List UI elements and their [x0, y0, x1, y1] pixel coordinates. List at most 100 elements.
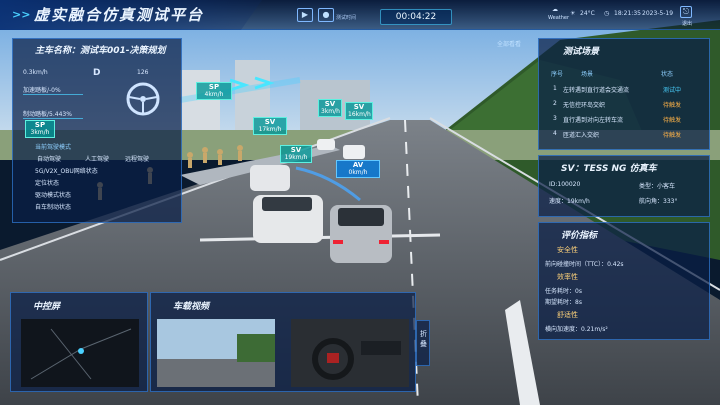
scenario-no: 1 — [553, 85, 557, 92]
av-speed: 0km/h — [348, 169, 368, 176]
comfort-title: 舒适性 — [557, 311, 578, 319]
sv-car-front — [253, 195, 323, 243]
test-timer: 00:04:22 — [380, 9, 452, 25]
current-time: 18:21:35 — [614, 10, 641, 17]
chevron-icon: >> — [12, 8, 31, 21]
scenario-name[interactable]: 匝道汇入交织 — [563, 130, 599, 139]
temperature: 24°C — [580, 10, 595, 17]
mode-manual[interactable]: 人工驾驶 — [85, 154, 109, 163]
center-screen-title: 中控屏 — [33, 302, 61, 312]
mode-remote[interactable]: 远程驾驶 — [125, 154, 149, 163]
scenario-panel: 测试场景 全部看看 序号 场景 状态 1 左转遇到直行道会交通流 测试中 2 无… — [497, 38, 710, 150]
mode-auto[interactable]: 自动驾驶 — [37, 154, 61, 163]
sv-heading: 航向角：333° — [639, 198, 678, 205]
weather-label: Weather — [548, 15, 570, 21]
scenario-name[interactable]: 直行遇到对向左转车流 — [563, 115, 623, 124]
brake-bar — [23, 118, 83, 119]
record-icon[interactable]: ● — [318, 8, 334, 22]
vehicle-panel-title: 主车名称：测试车001-决策规划 — [35, 46, 166, 56]
sv-label-c: SV 16km/h — [345, 102, 373, 120]
ttc-value: 前向碰撞时间（TTC）：0.42s — [545, 261, 624, 268]
app-root: >> 虚实融合仿真测试平台 ▶ ● 测试时间 00:04:22 ☁ Weathe… — [0, 0, 720, 405]
sv-speed: 3km/h — [321, 108, 340, 115]
scenario-no: 4 — [553, 130, 557, 137]
sun-icon: ☀ — [570, 10, 576, 17]
app-title: 虚实融合仿真测试平台 — [34, 6, 205, 24]
exit-icon[interactable]: ⎋ — [680, 6, 692, 18]
front-camera-view — [157, 319, 275, 387]
sp-label-1: SP 4km/h — [196, 82, 232, 100]
sv-label-d: SV 19km/h — [280, 145, 312, 163]
scenario-toggle[interactable]: 全部看看 — [497, 39, 521, 48]
steering-wheel-icon — [126, 82, 160, 116]
scenario-name[interactable]: 左转遇到直行道会交通流 — [563, 85, 629, 94]
eval-title: 评价指标 — [561, 231, 598, 241]
weather-icon: ☁ — [552, 6, 558, 13]
drive-status: 驱动模式状态 — [35, 192, 72, 199]
av-car — [330, 205, 392, 263]
scenario-title: 测试场景 — [563, 47, 600, 57]
camera-title: 车载视频 — [173, 302, 210, 312]
av-name: AV — [352, 161, 364, 169]
sv-info-panel: SV：TESS NG 仿真车 ID:100020 类型：小客车 速度：19km/… — [538, 155, 710, 217]
camera-panel: 车载视频 — [150, 292, 416, 392]
scenario-no: 3 — [553, 115, 557, 122]
sv-label-b: SV 3km/h — [318, 99, 342, 117]
task-time: 任务耗时：0s — [545, 288, 582, 295]
steer-value: 126 — [137, 69, 149, 76]
sv-label-a: SV 17km/h — [253, 117, 287, 135]
sv-car-mid — [250, 165, 290, 191]
sv-id: ID:100020 — [549, 181, 581, 188]
drive-mode-label: 当前驾驶模式 — [35, 144, 72, 151]
safety-title: 安全性 — [557, 246, 578, 254]
sv-speed: 17km/h — [258, 126, 282, 133]
current-date: 2023-5-19 — [642, 10, 674, 17]
timer-label: 测试时间 — [336, 15, 357, 21]
sv-name: SV — [353, 103, 365, 111]
sp-speed: 3km/h — [30, 129, 50, 136]
scenario-no: 2 — [553, 100, 557, 107]
clock-icon: ◷ — [604, 10, 610, 17]
sp-label-2: SP 3km/h — [25, 120, 55, 138]
col-status: 状态 — [661, 71, 674, 78]
sv-speed-info: 速度：19km/h — [549, 198, 590, 205]
position-status: 定位状态 — [35, 180, 60, 187]
scenario-status: 待触发 — [663, 117, 682, 124]
sp-name: SP — [208, 83, 220, 91]
collapse-button[interactable]: 折叠 — [416, 320, 430, 366]
sv-type: 类型：小客车 — [639, 183, 676, 190]
accel-label: 加速踏板/-0% — [23, 87, 61, 94]
network-status: 5G/V2X_OBU网络状态 — [35, 168, 98, 175]
scenario-name[interactable]: 无信控环岛交织 — [563, 100, 605, 109]
sp-speed: 4km/h — [204, 91, 224, 98]
expected-time: 期望耗时：8s — [545, 299, 582, 306]
sv-name: SV — [264, 118, 276, 126]
sv-car-far — [343, 145, 365, 159]
center-screen-panel: 中控屏 — [10, 292, 148, 392]
brake-label: 制动踏板/5.443% — [23, 111, 72, 118]
scenario-status: 待触发 — [663, 132, 682, 139]
col-name: 场景 — [581, 71, 594, 78]
top-bar: >> 虚实融合仿真测试平台 ▶ ● 测试时间 00:04:22 ☁ Weathe… — [0, 0, 720, 30]
sv-panel-title: SV：TESS NG 仿真车 — [561, 164, 657, 174]
lateral-accel: 横向加速度：0.21m/s² — [545, 326, 608, 333]
gear: D — [93, 68, 101, 78]
collapse-label: 折叠 — [420, 330, 427, 348]
play-icon[interactable]: ▶ — [297, 8, 313, 22]
av-label: AV 0km/h — [336, 160, 380, 178]
sv-name: SV — [324, 100, 336, 108]
exit-label[interactable]: 退出 — [682, 20, 692, 27]
scenario-status: 待触发 — [663, 102, 682, 109]
sv-speed: 19km/h — [284, 154, 308, 161]
scenario-status: 测试中 — [663, 87, 682, 94]
cabin-camera-view — [291, 319, 409, 387]
col-no: 序号 — [551, 71, 564, 78]
sp-name: SP — [34, 121, 46, 129]
brake-status: 自车制动状态 — [35, 204, 72, 211]
eval-panel: 评价指标 安全性 前向碰撞时间（TTC）：0.42s 效率性 任务耗时：0s 期… — [538, 222, 710, 340]
sv-speed: 16km/h — [348, 111, 371, 118]
center-screen-map — [21, 319, 139, 387]
accel-bar — [23, 94, 83, 95]
sv-name: SV — [290, 146, 302, 154]
vehicle-speed: 0.3km/h — [23, 69, 48, 76]
